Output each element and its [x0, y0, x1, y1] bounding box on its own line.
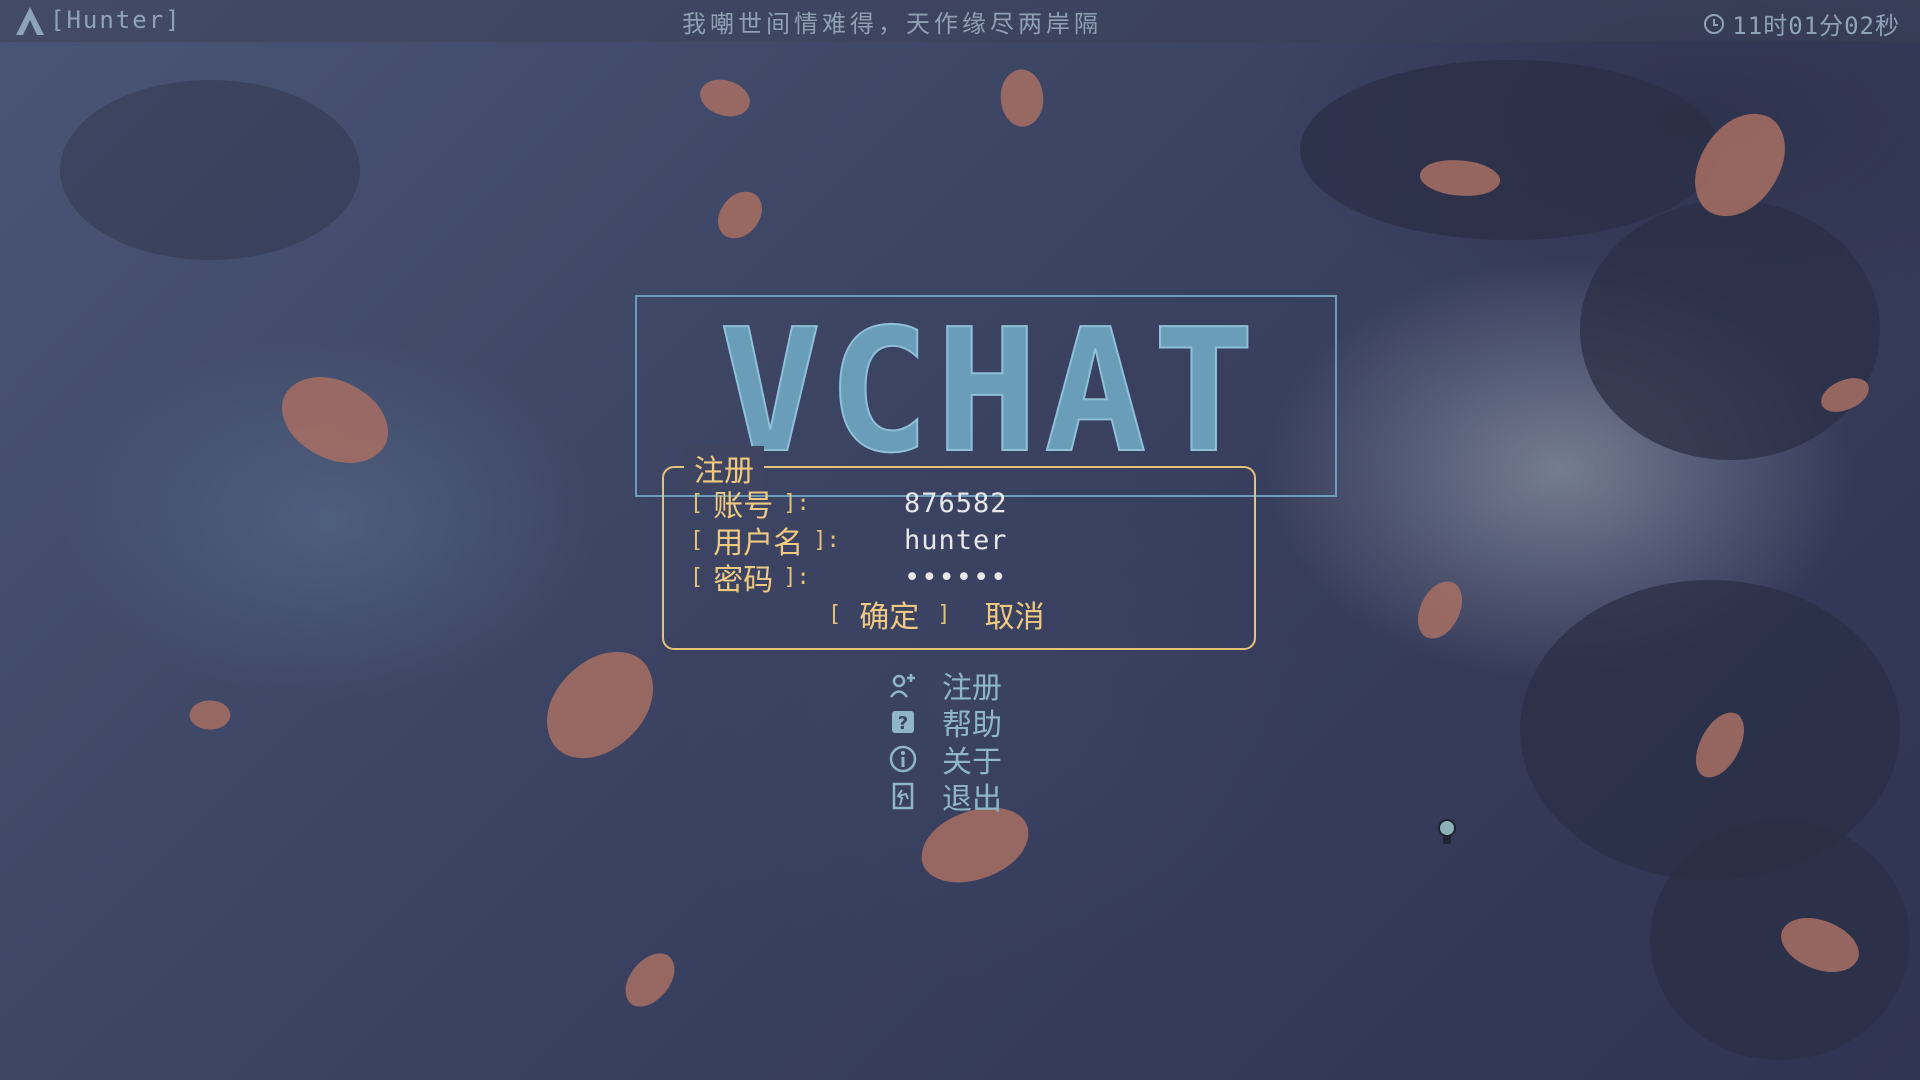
bracket: [	[690, 527, 704, 553]
username-field[interactable]: hunter	[904, 525, 1008, 556]
register-dialog: 注册 [ 账号 ]: 876582 [ 用户名 ]: hunter [ 密码 ]…	[662, 446, 1256, 650]
account-field[interactable]: 876582	[904, 488, 1008, 519]
bracket: [	[690, 564, 704, 590]
menu-item-help[interactable]: ? 帮助	[888, 703, 1002, 743]
add-user-icon	[888, 670, 918, 700]
confirm-button[interactable]: 确定	[859, 592, 919, 636]
password-row: [ 密码 ]: ••••••	[690, 558, 1007, 599]
password-label: 密码	[713, 563, 774, 598]
username-label: [Hunter]	[50, 6, 182, 34]
bracket: [	[690, 490, 704, 516]
exit-icon	[888, 781, 918, 811]
menu-item-about[interactable]: 关于	[888, 740, 1002, 780]
bracket: [	[828, 601, 842, 627]
main-menu: 注册 ? 帮助 关于 退出	[888, 666, 1002, 817]
cancel-button[interactable]: 取消	[985, 592, 1045, 636]
menu-item-register[interactable]: 注册	[888, 666, 1002, 706]
top-bar: [Hunter] 我嘲世间情难得，天作缘尽两岸隔 11时01分02秒	[0, 0, 1920, 42]
bracket: ]:	[783, 490, 810, 516]
arch-logo-icon[interactable]	[14, 6, 46, 36]
info-icon	[888, 744, 918, 774]
password-field[interactable]: ••••••	[904, 562, 1008, 593]
account-row: [ 账号 ]: 876582	[690, 484, 1007, 525]
clock-icon	[1704, 13, 1725, 34]
username-row: [ 用户名 ]: hunter	[690, 521, 1007, 562]
bracket: ]:	[813, 527, 840, 553]
vchat-logo-text: VCHAT	[719, 293, 1261, 491]
mouse-cursor-icon	[1438, 819, 1456, 844]
dialog-actions: [ 确定 ] 取消	[828, 592, 1045, 636]
clock-time: 11时01分02秒	[1732, 12, 1900, 40]
help-icon: ?	[888, 707, 918, 737]
clock: 11时01分02秒	[1704, 6, 1900, 41]
poem-banner: 我嘲世间情难得，天作缘尽两岸隔	[682, 10, 1102, 38]
bracket: ]:	[783, 564, 810, 590]
bracket: ]	[937, 601, 951, 627]
menu-item-exit[interactable]: 退出	[888, 777, 1002, 817]
svg-text:?: ?	[898, 713, 908, 734]
menu-label-exit: 退出	[942, 781, 1002, 817]
